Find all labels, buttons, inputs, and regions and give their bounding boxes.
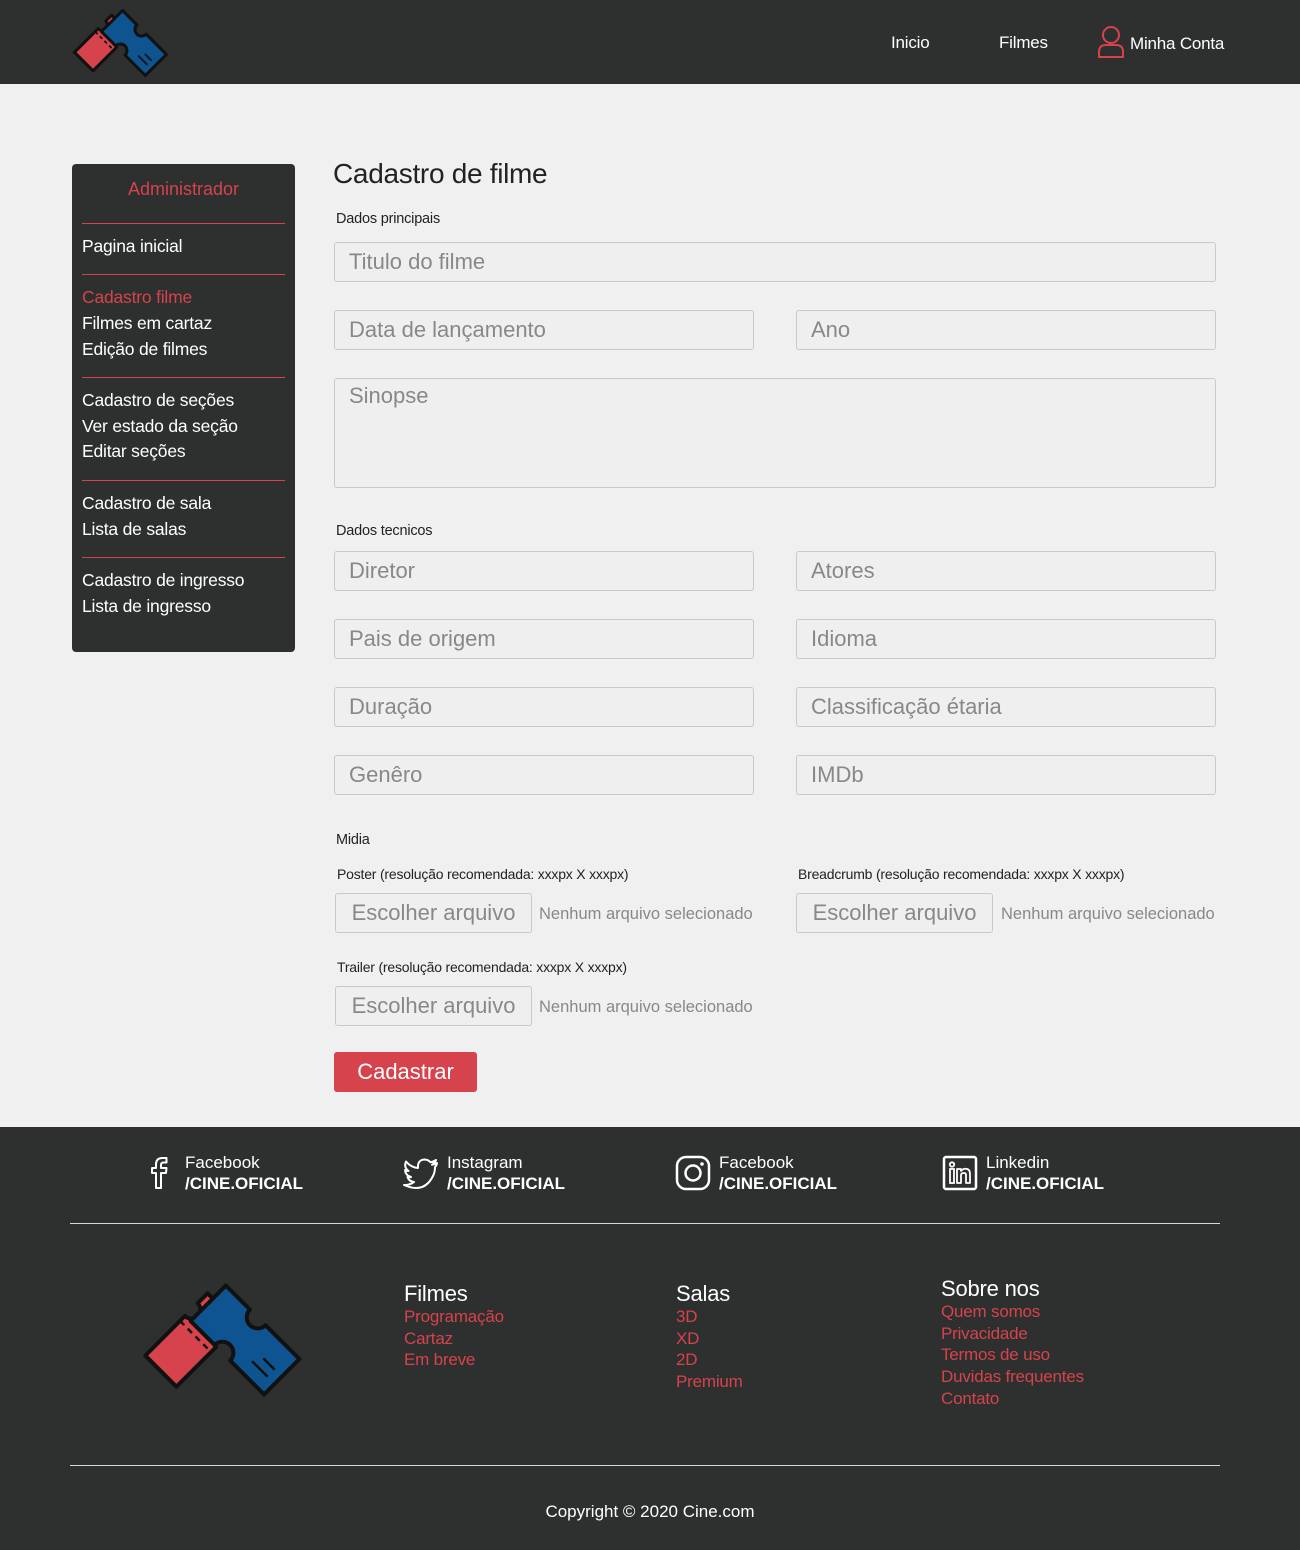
imdb-input[interactable] (796, 755, 1216, 795)
account-label: Minha Conta (1130, 34, 1225, 53)
breadcrumb-label: Breadcrumb (resolução recomendada: xxxpx… (798, 866, 1125, 882)
linkedin-icon (942, 1155, 978, 1191)
social-handle: /CINE.OFICIAL (719, 1174, 838, 1193)
sidebar-item-lista-ingresso[interactable]: Lista de ingresso (82, 596, 211, 617)
sidebar-item-pagina-inicial[interactable]: Pagina inicial (82, 236, 183, 257)
sidebar-title: Administrador (127, 179, 240, 199)
genero-input[interactable] (334, 755, 754, 795)
atores-input[interactable] (796, 551, 1216, 591)
social-name: Instagram (447, 1153, 523, 1172)
nav-filmes[interactable]: Filmes (999, 33, 1048, 53)
poster-file-status: Nenhum arquivo selecionado (539, 905, 753, 923)
sidebar-divider (82, 480, 285, 481)
sidebar-item-cadastro-ingresso[interactable]: Cadastro de ingresso (82, 570, 245, 591)
section-dados-principais: Dados principais (336, 211, 440, 227)
social-instagram-link[interactable]: Instagram /CINE.OFICIAL (402, 1152, 565, 1194)
sidebar-item-cadastro-secoes[interactable]: Cadastro de seções (82, 390, 234, 411)
social-name: Linkedin (986, 1153, 1050, 1172)
social-linkedin-link[interactable]: Linkedin /CINE.OFICIAL (941, 1152, 1104, 1194)
titulo-input[interactable] (334, 242, 1216, 282)
copyright-text: Copyright © 2020 Cine.com (545, 1502, 755, 1521)
admin-sidebar: Administrador Pagina inicial Cadastro fi… (72, 164, 295, 652)
cadastrar-button[interactable]: Cadastrar (334, 1052, 477, 1092)
sidebar-item-edicao-filmes[interactable]: Edição de filmes (82, 339, 207, 360)
page-title: Cadastro de filme (333, 158, 548, 189)
social-handle: /CINE.OFICIAL (447, 1174, 566, 1193)
footer-col-title-salas: Salas (676, 1281, 731, 1306)
ano-input[interactable] (796, 310, 1216, 350)
poster-label: Poster (resolução recomendada: xxxpx X x… (337, 866, 629, 882)
footer-link-contato[interactable]: Contato (941, 1389, 999, 1409)
user-icon (1098, 26, 1124, 58)
sidebar-item-editar-secoes[interactable]: Editar seções (82, 441, 186, 462)
footer-link-premium[interactable]: Premium (676, 1372, 743, 1392)
breadcrumb-file-button[interactable]: Escolher arquivo (796, 893, 993, 933)
social-name: Facebook (185, 1153, 260, 1172)
footer-link-termos[interactable]: Termos de uso (941, 1345, 1050, 1365)
sinopse-textarea[interactable] (334, 378, 1216, 488)
footer-col-title-sobre-nos: Sobre nos (941, 1276, 1040, 1301)
trailer-file-button[interactable]: Escolher arquivo (335, 986, 532, 1026)
social-facebook-link[interactable]: Facebook /CINE.OFICIAL (140, 1152, 303, 1194)
header: Inicio Filmes Minha Conta (0, 0, 1300, 84)
footer-link-cartaz[interactable]: Cartaz (404, 1329, 453, 1349)
sidebar-item-filmes-em-cartaz[interactable]: Filmes em cartaz (82, 313, 212, 334)
section-dados-tecnicos: Dados tecnicos (336, 523, 433, 539)
idioma-input[interactable] (796, 619, 1216, 659)
poster-file-button[interactable]: Escolher arquivo (335, 893, 532, 933)
section-midia: Midia (336, 832, 370, 848)
tickets-logo-icon (143, 1283, 302, 1397)
footer-link-3d[interactable]: 3D (676, 1307, 698, 1327)
footer-col-title-filmes: Filmes (404, 1281, 468, 1306)
footer-link-2d[interactable]: 2D (676, 1350, 698, 1370)
footer-link-em-breve[interactable]: Em breve (404, 1350, 475, 1370)
instagram-icon (675, 1155, 711, 1191)
data-lancamento-input[interactable] (334, 310, 754, 350)
sidebar-divider (82, 557, 285, 558)
tickets-logo-icon[interactable] (68, 6, 176, 80)
sidebar-divider (82, 377, 285, 378)
social-facebook-2-link[interactable]: Facebook /CINE.OFICIAL (674, 1152, 837, 1194)
classificacao-input[interactable] (796, 687, 1216, 727)
trailer-file-status: Nenhum arquivo selecionado (539, 998, 753, 1016)
footer-divider (70, 1465, 1220, 1466)
footer-link-quem-somos[interactable]: Quem somos (941, 1302, 1040, 1322)
footer-link-duvidas[interactable]: Duvidas frequentes (941, 1367, 1084, 1387)
nav-inicio[interactable]: Inicio (891, 33, 930, 53)
footer-link-programacao[interactable]: Programação (404, 1307, 504, 1327)
facebook-icon (151, 1157, 168, 1189)
sidebar-item-cadastro-filme[interactable]: Cadastro filme (82, 287, 192, 308)
twitter-icon (403, 1158, 438, 1189)
social-name: Facebook (719, 1153, 794, 1172)
duracao-input[interactable] (334, 687, 754, 727)
trailer-label: Trailer (resolução recomendada: xxxpx X … (337, 959, 627, 975)
pais-origem-input[interactable] (334, 619, 754, 659)
breadcrumb-file-status: Nenhum arquivo selecionado (1001, 905, 1215, 923)
sidebar-divider (82, 223, 285, 224)
footer-link-xd[interactable]: XD (676, 1329, 699, 1349)
account-link[interactable]: Minha Conta (1097, 25, 1224, 59)
footer-divider (70, 1223, 1220, 1224)
sidebar-item-lista-salas[interactable]: Lista de salas (82, 519, 186, 540)
social-handle: /CINE.OFICIAL (986, 1174, 1105, 1193)
sidebar-item-estado-secao[interactable]: Ver estado da seção (82, 416, 238, 437)
social-handle: /CINE.OFICIAL (185, 1174, 304, 1193)
diretor-input[interactable] (334, 551, 754, 591)
sidebar-divider (82, 274, 285, 275)
sidebar-item-cadastro-sala[interactable]: Cadastro de sala (82, 493, 211, 514)
footer-link-privacidade[interactable]: Privacidade (941, 1324, 1028, 1344)
